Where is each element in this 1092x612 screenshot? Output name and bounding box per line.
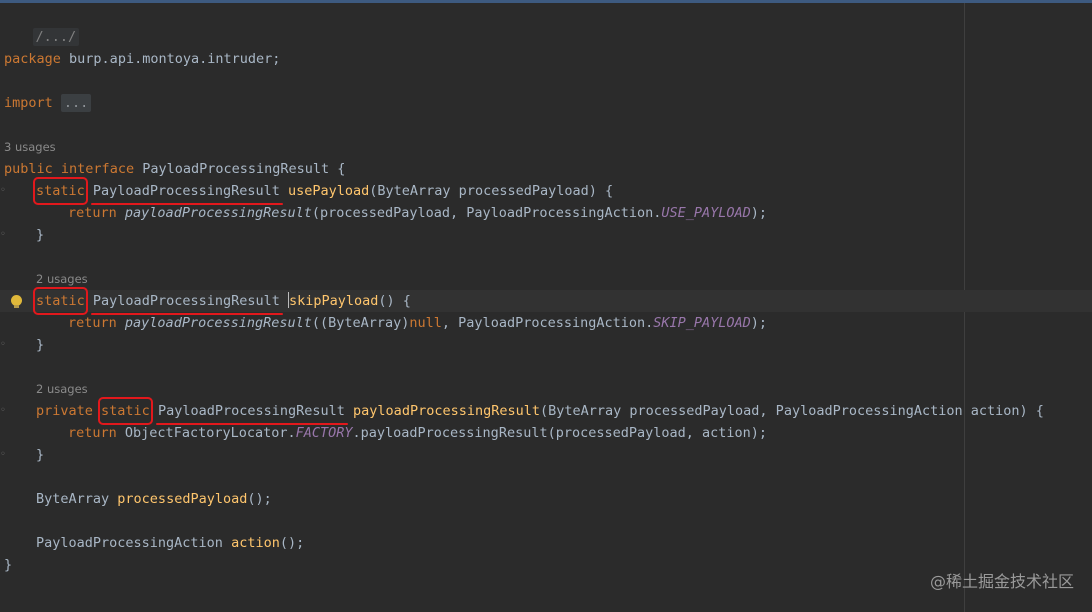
- interface-name: PayloadProcessingResult: [142, 161, 330, 177]
- factory-call: .payloadProcessingResult(processedPayloa…: [352, 425, 768, 441]
- call-payloadprocessingresult: payloadProcessingResult: [124, 205, 312, 221]
- folded-imports[interactable]: ...: [60, 94, 92, 112]
- import-keyword: import: [4, 95, 53, 111]
- watermark-text: @稀土掘金技术社区: [929, 572, 1074, 591]
- method-name-usepayload: usePayload: [288, 183, 370, 199]
- usages-hint-interface[interactable]: 3 usages: [0, 136, 56, 158]
- null-keyword: null: [409, 315, 442, 331]
- code-line-skippayload-close[interactable]: }: [0, 334, 1092, 356]
- code-line-interface-close[interactable]: }: [0, 554, 1092, 576]
- code-line-private-method-close[interactable]: }: [0, 444, 1092, 466]
- static-keyword-highlighted: static: [98, 397, 153, 425]
- constant-skip-payload: SKIP_PAYLOAD: [653, 315, 751, 331]
- code-line-processedpayload-decl[interactable]: ByteArray processedPayload();: [0, 488, 1092, 510]
- code-line-skippayload-signature[interactable]: static PayloadProcessingResult skipPaylo…: [0, 287, 1092, 315]
- return-keyword: return: [68, 315, 117, 331]
- method-params: (ByteArray processedPayload, PayloadProc…: [539, 403, 1044, 419]
- code-line-skippayload-body[interactable]: return payloadProcessingResult((ByteArra…: [0, 312, 1092, 334]
- abstract-method-type: PayloadProcessingAction: [36, 535, 223, 551]
- static-keyword-highlighted: static: [33, 177, 88, 205]
- package-name: burp.api.montoya.intruder;: [69, 51, 281, 67]
- call-args: (processedPayload, PayloadProcessingActi…: [311, 205, 662, 221]
- code-line-usepayload-body[interactable]: return payloadProcessingResult(processed…: [0, 202, 1092, 224]
- package-keyword: package: [4, 51, 61, 67]
- interface-keyword: interface: [60, 161, 135, 177]
- method-name-payloadprocessingresult: payloadProcessingResult: [353, 403, 540, 419]
- code-line-usepayload-signature[interactable]: static PayloadProcessingResult usePayloa…: [0, 177, 1092, 205]
- return-type-underlined: PayloadProcessingResult: [155, 400, 348, 425]
- statement-end: );: [750, 205, 768, 221]
- abstract-method-end: ();: [247, 491, 272, 507]
- abstract-method-type: ByteArray: [36, 491, 110, 507]
- code-line-private-method-signature[interactable]: private static PayloadProcessingResult p…: [0, 397, 1092, 425]
- call-args: , PayloadProcessingAction.: [441, 315, 654, 331]
- interface-close-brace: }: [4, 557, 13, 573]
- return-type-underlined: PayloadProcessingResult: [90, 180, 283, 205]
- code-line-import[interactable]: import ...: [0, 92, 1092, 114]
- factory-locator: ObjectFactoryLocator.: [124, 425, 296, 441]
- close-brace: }: [36, 227, 45, 243]
- folded-header-comment[interactable]: /.../: [32, 28, 80, 46]
- code-line-action-decl[interactable]: PayloadProcessingAction action();: [0, 532, 1092, 554]
- statement-end: );: [750, 315, 768, 331]
- constant-use-payload: USE_PAYLOAD: [661, 205, 751, 221]
- public-keyword: public: [4, 161, 53, 177]
- return-keyword: return: [68, 425, 117, 441]
- close-brace: }: [36, 447, 45, 463]
- method-params: () {: [378, 293, 411, 309]
- constant-factory: FACTORY: [295, 425, 353, 441]
- method-name-skippayload: skipPayload: [289, 293, 379, 309]
- usages-hint-payloadprocessingresult[interactable]: 2 usages: [0, 378, 88, 400]
- code-line-package[interactable]: package burp.api.montoya.intruder;: [0, 48, 1092, 70]
- return-type-underlined: PayloadProcessingResult: [90, 290, 283, 315]
- code-line-private-method-body[interactable]: return ObjectFactoryLocator.FACTORY.payl…: [0, 422, 1092, 444]
- abstract-method-name: processedPayload: [117, 491, 248, 507]
- abstract-method-name: action: [231, 535, 280, 551]
- method-params: (ByteArray processedPayload) {: [369, 183, 614, 199]
- interface-open-brace: {: [337, 161, 346, 177]
- call-payloadprocessingresult: payloadProcessingResult: [124, 315, 312, 331]
- return-keyword: return: [68, 205, 117, 221]
- usages-hint-skippayload[interactable]: 2 usages: [0, 268, 88, 290]
- code-line-header-comment[interactable]: /.../: [0, 4, 1092, 46]
- editor-top-border: [0, 0, 1092, 3]
- lightbulb-intention-icon[interactable]: [11, 295, 22, 308]
- abstract-method-end: ();: [279, 535, 305, 551]
- cast-expression: ((ByteArray): [311, 315, 410, 331]
- private-keyword: private: [36, 403, 93, 419]
- code-line-interface-declaration[interactable]: public interface PayloadProcessingResult…: [0, 158, 1092, 180]
- code-line-usepayload-close[interactable]: }: [0, 224, 1092, 246]
- static-keyword-highlighted: static: [33, 287, 88, 315]
- close-brace: }: [36, 337, 45, 353]
